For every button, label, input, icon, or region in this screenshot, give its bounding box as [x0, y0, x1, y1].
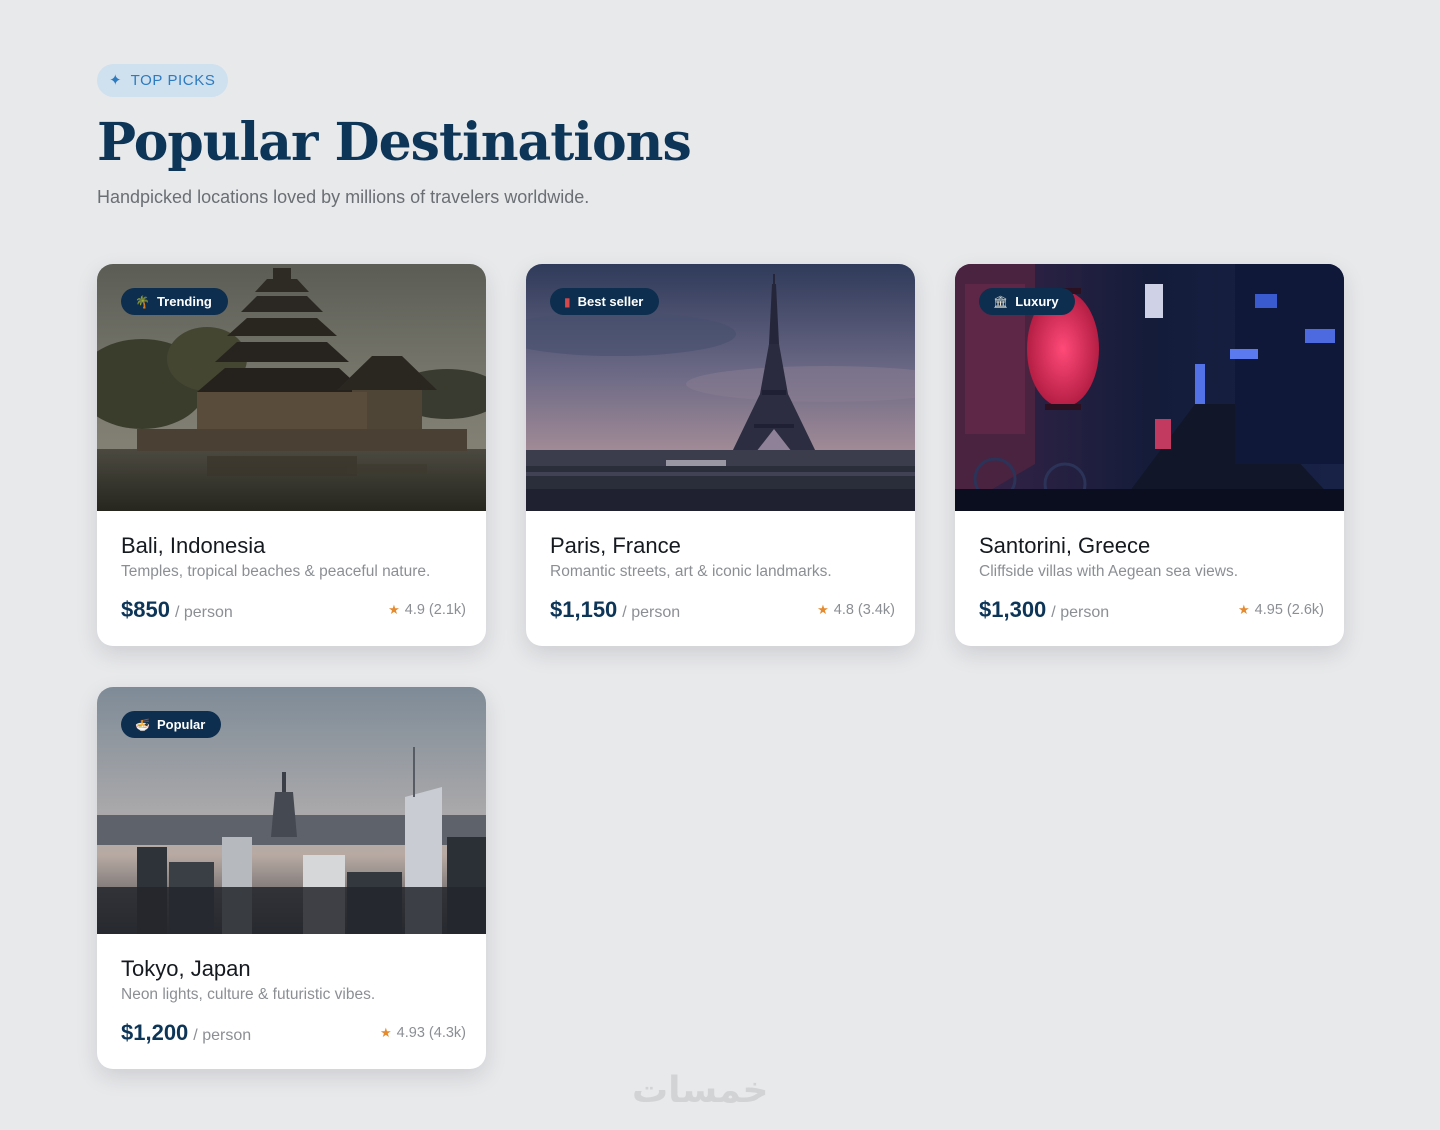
rating: ★ 4.8 (3.4k) [817, 602, 895, 618]
destination-card-paris[interactable]: ▮ Best seller Paris, France Romantic str… [526, 264, 915, 646]
destination-card-tokyo[interactable]: 🍜 Popular Tokyo, Japan Neon lights, cult… [97, 687, 486, 1069]
destination-name: Bali, Indonesia [121, 533, 266, 558]
destination-description: Cliffside villas with Aegean sea views. [979, 563, 1239, 580]
noodle-bowl-icon: 🍜 [135, 717, 150, 732]
watermark-logo: خمسات [632, 1070, 769, 1111]
destination-description: Neon lights, culture & futuristic vibes. [121, 986, 376, 1003]
price: $1,200 [121, 1020, 189, 1045]
price-row: $1,150 / person [550, 597, 680, 623]
eyebrow-label: TOP PICKS [130, 72, 216, 89]
rating-value: 4.95 (2.6k) [1254, 602, 1324, 618]
price-row: $1,200 / person [121, 1020, 251, 1046]
destination-name: Paris, France [550, 533, 681, 558]
rating-value: 4.93 (4.3k) [396, 1025, 466, 1041]
page-title: Popular Destinations [97, 112, 692, 173]
rating: ★ 4.9 (2.1k) [388, 602, 466, 618]
rating-value: 4.9 (2.1k) [404, 602, 466, 618]
price-unit: / person [193, 1027, 252, 1044]
star-icon: ★ [817, 602, 829, 617]
best-seller-badge: ▮ Best seller [550, 288, 660, 315]
rating: ★ 4.93 (4.3k) [380, 1025, 466, 1041]
top-picks-pill: ✦ TOP PICKS [97, 64, 229, 97]
destination-description: Romantic streets, art & iconic landmarks… [550, 563, 832, 580]
popular-badge: 🍜 Popular [121, 711, 222, 738]
price-row: $1,300 / person [979, 597, 1109, 623]
destination-description: Temples, tropical beaches & peaceful nat… [121, 563, 431, 580]
destination-name: Tokyo, Japan [121, 956, 251, 981]
price-row: $850 / person [121, 597, 233, 623]
star-icon: ★ [388, 602, 400, 617]
price: $1,150 [550, 597, 618, 622]
star-icon: ★ [380, 1025, 392, 1040]
wine-bottle-icon: ▮ [564, 294, 571, 309]
classical-building-icon: 🏛 [993, 294, 1009, 309]
price: $1,300 [979, 597, 1047, 622]
price-unit: / person [1051, 604, 1110, 621]
rating-value: 4.8 (3.4k) [833, 602, 895, 618]
destination-name: Santorini, Greece [979, 533, 1151, 558]
luxury-badge: 🏛 Luxury [979, 288, 1075, 315]
palm-tree-icon: 🌴 [135, 294, 150, 309]
badge-label: Popular [156, 717, 206, 732]
price: $850 [121, 597, 170, 622]
trending-badge: 🌴 Trending [121, 288, 228, 315]
destination-card-santorini[interactable]: 🏛 Luxury Santorini, Greece Cliffside vil… [955, 264, 1344, 646]
badge-label: Trending [156, 294, 212, 309]
price-unit: / person [622, 604, 681, 621]
page-subtitle: Handpicked locations loved by millions o… [97, 187, 590, 207]
rating: ★ 4.95 (2.6k) [1238, 602, 1324, 618]
destination-card-bali[interactable]: 🌴 Trending Bali, Indonesia Temples, trop… [97, 264, 486, 646]
star-icon: ★ [1238, 602, 1250, 617]
price-unit: / person [174, 604, 233, 621]
badge-label: Luxury [1015, 294, 1059, 309]
sparkle-icon: ✦ [109, 72, 122, 89]
badge-label: Best seller [577, 294, 644, 309]
